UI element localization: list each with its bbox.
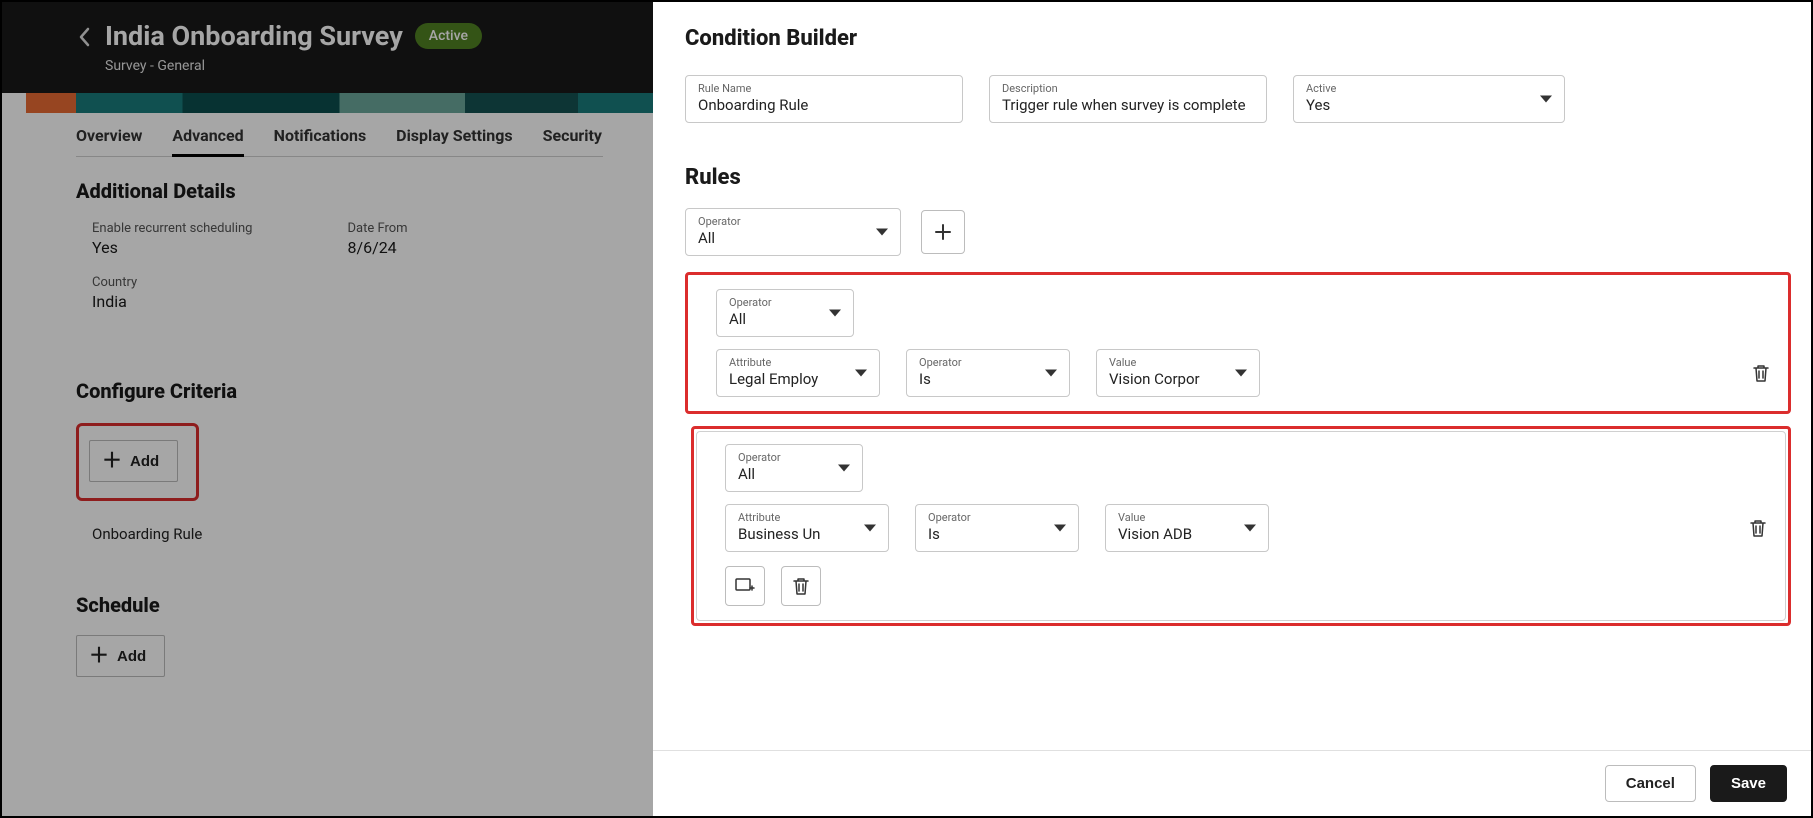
attribute-label: Attribute <box>738 511 876 524</box>
active-field[interactable]: Active Yes <box>1293 75 1565 123</box>
delete-row-button[interactable] <box>1750 362 1772 384</box>
add-criteria-highlight: ＋ Add <box>76 423 199 501</box>
tab-overview[interactable]: Overview <box>76 126 142 157</box>
top-operator-select[interactable]: Operator All <box>685 208 901 256</box>
panel-footer: Cancel Save <box>653 750 1811 816</box>
block1-operator-select[interactable]: Operator All <box>716 289 854 337</box>
add-rule-group-button[interactable] <box>921 210 965 254</box>
page-title: India Onboarding Survey <box>105 20 403 52</box>
operator-label: Operator <box>698 215 888 228</box>
block2-attribute-value: Business Un <box>738 525 838 543</box>
value-label: Value <box>1118 511 1256 524</box>
operator-value: All <box>698 229 888 247</box>
chevron-down-icon <box>1045 370 1057 377</box>
condition-builder-title: Condition Builder <box>653 2 1811 51</box>
rule-name-field[interactable]: Rule Name Onboarding Rule <box>685 75 963 123</box>
chevron-down-icon <box>1054 525 1066 532</box>
page-header: India Onboarding Survey Active Survey - … <box>2 2 653 93</box>
configure-criteria-heading: Configure Criteria <box>76 379 603 403</box>
block1-attribute-select[interactable]: Attribute Legal Employ <box>716 349 880 397</box>
plus-icon <box>933 222 953 242</box>
block2-value-select[interactable]: Value Vision ADB <box>1105 504 1269 552</box>
tabs-bar: Overview Advanced Notifications Display … <box>26 113 653 157</box>
add-row-icon <box>735 578 755 594</box>
plus-icon: ＋ <box>89 646 109 666</box>
description-label: Description <box>1002 82 1254 95</box>
date-from-value: 8/6/24 <box>348 238 604 257</box>
block2-condition-operator-select[interactable]: Operator Is <box>915 504 1079 552</box>
add-condition-button[interactable] <box>725 566 765 606</box>
rule-name-value: Onboarding Rule <box>698 96 950 114</box>
page-subtitle: Survey - General <box>105 58 653 74</box>
chevron-down-icon <box>864 525 876 532</box>
rule-block-2: Operator All Attribute Business Un Opera… <box>696 431 1786 621</box>
block2-value-value: Vision ADB <box>1118 525 1218 543</box>
condition-builder-panel: Condition Builder Rule Name Onboarding R… <box>653 2 1811 816</box>
active-label: Active <box>1306 82 1552 95</box>
enable-recurrent-value: Yes <box>92 238 348 257</box>
tab-display-settings[interactable]: Display Settings <box>396 126 512 157</box>
block2-operator-value: All <box>738 465 850 483</box>
add-criteria-button[interactable]: ＋ Add <box>89 440 178 482</box>
chevron-down-icon <box>1540 96 1552 103</box>
block1-operator-value: All <box>729 310 841 328</box>
block1-condition-operator-value: Is <box>919 370 1057 388</box>
chevron-down-icon <box>855 370 867 377</box>
save-button[interactable]: Save <box>1710 765 1787 802</box>
block2-attribute-select[interactable]: Attribute Business Un <box>725 504 889 552</box>
chevron-down-icon <box>1244 525 1256 532</box>
additional-details-heading: Additional Details <box>76 179 603 203</box>
chevron-down-icon <box>1235 370 1247 377</box>
operator-label: Operator <box>729 296 841 309</box>
description-field[interactable]: Description Trigger rule when survey is … <box>989 75 1267 123</box>
criteria-rule-name[interactable]: Onboarding Rule <box>92 525 603 543</box>
enable-recurrent-label: Enable recurrent scheduling <box>92 221 348 236</box>
tab-advanced[interactable]: Advanced <box>172 126 243 157</box>
add-schedule-label: Add <box>117 648 146 665</box>
operator-label: Operator <box>738 451 850 464</box>
attribute-label: Attribute <box>729 356 867 369</box>
operator-label: Operator <box>919 356 1057 369</box>
rules-heading: Rules <box>653 123 1811 190</box>
block1-value-select[interactable]: Value Vision Corpor <box>1096 349 1260 397</box>
block1-condition-operator-select[interactable]: Operator Is <box>906 349 1070 397</box>
active-value: Yes <box>1306 96 1552 114</box>
delete-block-button[interactable] <box>781 566 821 606</box>
add-schedule-button[interactable]: ＋ Add <box>76 635 165 677</box>
add-criteria-label: Add <box>130 453 159 470</box>
block2-operator-select[interactable]: Operator All <box>725 444 863 492</box>
plus-icon: ＋ <box>102 451 122 471</box>
cancel-button[interactable]: Cancel <box>1605 765 1696 802</box>
country-label: Country <box>92 275 348 290</box>
chevron-down-icon <box>876 229 888 236</box>
trash-icon <box>1749 518 1767 538</box>
block2-condition-operator-value: Is <box>928 525 1066 543</box>
block1-value-value: Vision Corpor <box>1109 370 1209 388</box>
delete-row-button[interactable] <box>1747 517 1769 539</box>
status-badge: Active <box>415 23 482 49</box>
back-arrow-icon[interactable] <box>74 26 96 48</box>
tab-security[interactable]: Security <box>543 126 602 157</box>
trash-icon <box>1752 363 1770 383</box>
schedule-heading: Schedule <box>76 593 603 617</box>
block1-attribute-value: Legal Employ <box>729 370 829 388</box>
date-from-label: Date From <box>348 221 604 236</box>
operator-label: Operator <box>928 511 1066 524</box>
rule-block-2-highlight: Operator All Attribute Business Un Opera… <box>691 426 1791 626</box>
value-label: Value <box>1109 356 1247 369</box>
chevron-down-icon <box>829 310 841 317</box>
tab-notifications[interactable]: Notifications <box>274 126 367 157</box>
chevron-down-icon <box>838 465 850 472</box>
trash-icon <box>792 576 810 596</box>
rule-block-1-highlight: Operator All Attribute Legal Employ Oper… <box>685 272 1791 414</box>
rule-name-label: Rule Name <box>698 82 950 95</box>
country-value: India <box>92 292 348 311</box>
decorative-banner <box>26 93 653 113</box>
description-value: Trigger rule when survey is complete <box>1002 96 1254 114</box>
